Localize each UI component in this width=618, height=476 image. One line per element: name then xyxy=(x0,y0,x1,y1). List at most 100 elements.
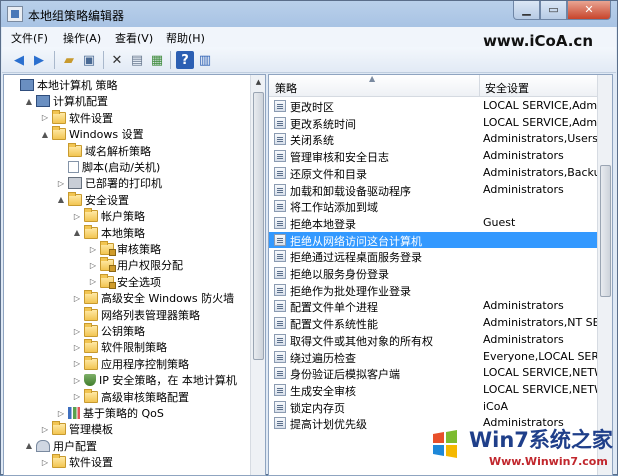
expand-toggle-icon[interactable]: ▷ xyxy=(88,261,98,270)
policy-row[interactable]: 更改系统时间 LOCAL SERVICE,Admini... xyxy=(269,115,599,131)
expand-toggle-icon[interactable]: ▷ xyxy=(72,359,82,368)
policy-row[interactable]: 将工作站添加到域 xyxy=(269,198,599,214)
policy-setting-icon xyxy=(274,183,286,196)
policy-name: 配置文件单个进程 xyxy=(290,301,378,315)
policy-name: 提高计划优先级 xyxy=(290,418,367,432)
policy-row[interactable]: 拒绝从网络访问这台计算机 xyxy=(269,231,599,248)
properties-icon[interactable]: ▤ xyxy=(128,51,146,69)
policy-row[interactable]: 管理审核和安全日志 Administrators xyxy=(269,148,599,164)
tree-item[interactable]: ▷ 审核策略 xyxy=(88,241,161,257)
policy-row[interactable]: 拒绝作为批处理作业登录 xyxy=(269,282,599,298)
up-folder-icon[interactable]: ▰ xyxy=(60,51,78,69)
tree-item[interactable]: ▷ 应用程序控制策略 xyxy=(72,355,189,372)
expand-toggle-icon[interactable]: ▷ xyxy=(56,409,66,418)
policy-row[interactable]: 还原文件和目录 Administrators,Backup ... xyxy=(269,165,599,181)
policy-row[interactable]: 拒绝本地登录 Guest xyxy=(269,215,599,231)
show-hide-tree-icon[interactable]: ▣ xyxy=(80,51,98,69)
folder-icon xyxy=(52,454,66,469)
help-topics-icon[interactable]: ▥ xyxy=(196,51,214,69)
policy-row[interactable]: 加载和卸载设备驱动程序 Administrators xyxy=(269,182,599,198)
tree-item[interactable]: ▲ 本地策略 xyxy=(72,224,145,241)
expand-toggle-icon[interactable]: ▷ xyxy=(72,392,82,401)
tree-item[interactable]: ▷ 基于策略的 QoS xyxy=(56,405,164,421)
policy-row[interactable]: 身份验证后模拟客户端 LOCAL SERVICE,NETWO... xyxy=(269,365,599,381)
expand-toggle-icon[interactable]: ▷ xyxy=(40,425,50,434)
forward-icon[interactable]: ▶ xyxy=(30,51,48,69)
policy-row[interactable]: 配置文件系统性能 Administrators,NT SERVI... xyxy=(269,315,599,331)
policy-row[interactable]: 绕过遍历检查 Everyone,LOCAL SERVICE... xyxy=(269,349,599,365)
expand-toggle-icon[interactable]: ▷ xyxy=(40,458,50,467)
tree-item[interactable]: ▲ 用户配置 xyxy=(24,438,97,454)
tree-scroll-thumb[interactable] xyxy=(253,92,264,360)
expand-toggle-icon[interactable]: ▲ xyxy=(40,130,50,139)
menu-action[interactable]: 操作(A) xyxy=(63,30,101,46)
tree-item[interactable]: ▷ 软件限制策略 xyxy=(72,339,167,355)
policy-row[interactable]: 生成安全审核 LOCAL SERVICE,NETWO... xyxy=(269,382,599,398)
policy-row[interactable]: 取得文件或其他对象的所有权 Administrators xyxy=(269,332,599,348)
tree-item[interactable]: ▲ Windows 设置 xyxy=(40,126,144,142)
tree-item[interactable]: ▷ 管理模板 xyxy=(40,421,113,437)
list-scrollbar[interactable] xyxy=(597,75,612,475)
policy-row[interactable]: 拒绝通过远程桌面服务登录 xyxy=(269,248,599,264)
column-header-security[interactable]: 安全设置 xyxy=(485,80,529,96)
policy-setting-icon xyxy=(274,267,286,279)
tree-item[interactable]: 域名解析策略 xyxy=(56,142,151,159)
tree-item[interactable]: ▲ 安全设置 xyxy=(56,191,129,208)
tree-item[interactable]: ▷ 已部署的打印机 xyxy=(56,175,162,191)
tree-item[interactable]: ▷ 高级安全 Windows 防火墙 xyxy=(72,290,234,306)
tree-item[interactable]: ▷ 软件设置 xyxy=(40,454,113,470)
expand-toggle-icon[interactable]: ▲ xyxy=(24,97,34,106)
tree-item[interactable]: ▷ 公钥策略 xyxy=(72,323,145,339)
close-button[interactable]: ✕ xyxy=(567,1,611,20)
expand-toggle-icon[interactable]: ▷ xyxy=(72,376,82,385)
tree-item[interactable]: 本地计算机 策略 xyxy=(8,77,118,93)
policy-row[interactable]: 更改时区 LOCAL SERVICE,Admini... xyxy=(269,98,599,114)
column-header-policy[interactable]: 策略 xyxy=(275,80,297,96)
list-scroll-thumb[interactable] xyxy=(600,165,611,297)
expand-toggle-icon[interactable]: ▲ xyxy=(24,441,34,450)
policy-row[interactable]: 拒绝以服务身份登录 xyxy=(269,265,599,281)
export-list-icon[interactable]: ▦ xyxy=(148,51,166,69)
expand-toggle-icon[interactable]: ▲ xyxy=(72,228,82,237)
tree-item[interactable]: 脚本(启动/关机) xyxy=(56,159,160,175)
tree-item[interactable]: ▷ 帐户策略 xyxy=(72,208,145,224)
tree-item[interactable]: ▷ 软件设置 xyxy=(40,109,113,126)
expand-toggle-icon[interactable]: ▷ xyxy=(72,212,82,221)
minimize-button[interactable]: ▁ xyxy=(513,1,540,20)
policy-row[interactable]: 关闭系统 Administrators,Users,Ba... xyxy=(269,131,599,147)
tree-item-label: 域名解析策略 xyxy=(85,144,151,158)
expand-toggle-icon[interactable]: ▷ xyxy=(88,245,98,254)
expand-toggle-icon[interactable]: ▷ xyxy=(72,294,82,303)
menu-view[interactable]: 查看(V) xyxy=(115,30,153,46)
tree-item[interactable]: ▷ 高级审核策略配置 xyxy=(72,388,189,405)
tree-item[interactable]: ▷ IP 安全策略，在 本地计算机 xyxy=(72,372,237,388)
expand-toggle-icon[interactable]: ▷ xyxy=(88,277,98,286)
policy-list[interactable]: ▲ 策略 安全设置 更改时区LOCAL SERVICE,Admini...更改系… xyxy=(268,74,613,476)
scroll-up-icon[interactable]: ▲ xyxy=(251,75,265,90)
policy-row[interactable]: 配置文件单个进程 Administrators xyxy=(269,298,599,314)
expand-toggle-icon[interactable]: ▷ xyxy=(72,343,82,352)
security-setting: Administrators xyxy=(483,299,564,313)
maximize-button[interactable]: ▭ xyxy=(540,1,567,20)
expand-toggle-icon[interactable]: ▷ xyxy=(56,179,66,188)
tree-scrollbar[interactable]: ▲ xyxy=(250,75,265,475)
back-icon[interactable]: ◀ xyxy=(10,51,28,69)
help-icon[interactable]: ? xyxy=(176,51,194,69)
column-divider[interactable] xyxy=(479,75,480,97)
tree-item-label: 计算机配置 xyxy=(53,95,108,109)
tree-item[interactable]: 网络列表管理器策略 xyxy=(72,306,200,323)
expand-toggle-icon[interactable]: ▷ xyxy=(40,113,50,122)
tree-item[interactable]: ▷ 用户权限分配 xyxy=(88,257,183,273)
tree-item[interactable]: ▲ 计算机配置 xyxy=(24,93,108,109)
menu-file[interactable]: 文件(F) xyxy=(11,30,48,46)
badge-url: Www.Winwin7.com xyxy=(489,455,608,468)
delete-icon[interactable]: ✕ xyxy=(108,51,126,69)
tree-item[interactable]: ▷ 安全选项 xyxy=(88,273,161,290)
title-bar[interactable]: 本地组策略编辑器 ▁ ▭ ✕ xyxy=(1,1,617,27)
expand-toggle-icon[interactable]: ▲ xyxy=(56,195,66,204)
sort-ascending-icon: ▲ xyxy=(369,74,376,83)
console-tree[interactable]: 本地计算机 策略 ▲ 计算机配置 ▷ 软件设置 ▲ Windows 设置 域名解析策略 脚本(启… xyxy=(3,74,266,476)
policy-row[interactable]: 锁定内存页 iCoA xyxy=(269,399,599,415)
menu-help[interactable]: 帮助(H) xyxy=(166,30,205,46)
expand-toggle-icon[interactable]: ▷ xyxy=(72,327,82,336)
